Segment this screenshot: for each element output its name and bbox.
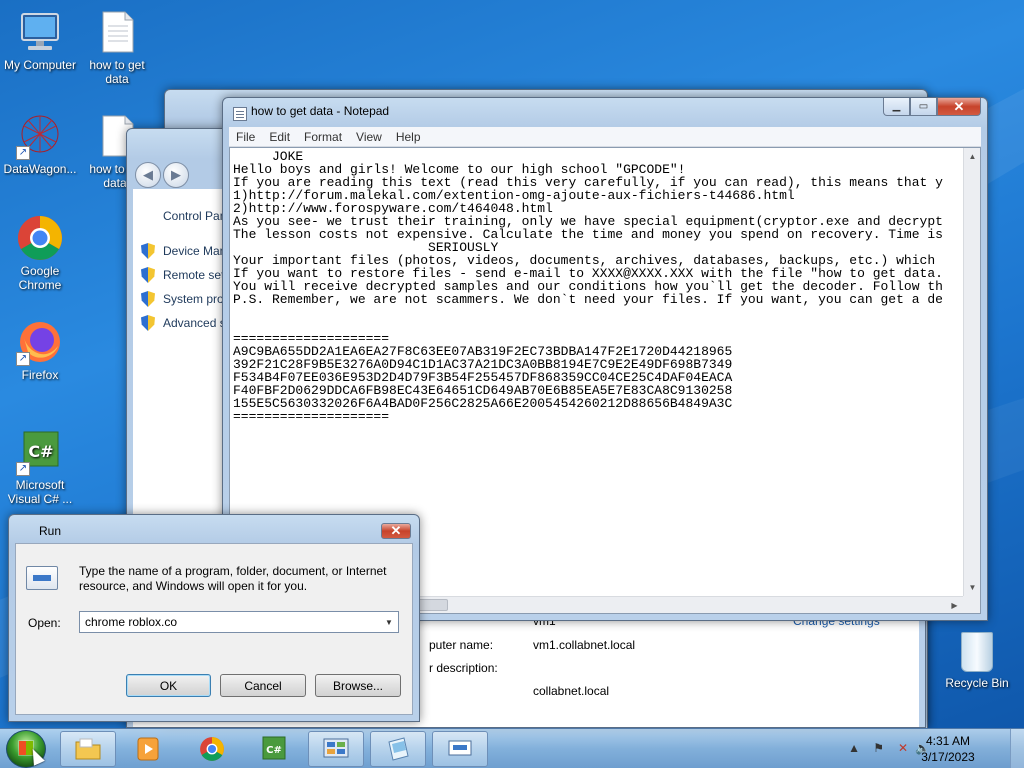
visual-csharp-icon: C# ↗ (16, 428, 64, 476)
computer-description-label: r description: (429, 661, 498, 675)
chevron-down-icon[interactable]: ▼ (380, 618, 398, 627)
firefox-icon: ↗ (16, 318, 64, 366)
desktop-icon-label: Google Chrome (18, 264, 62, 292)
shield-icon (141, 267, 155, 283)
desktop-icon-how-to-get-data[interactable]: how to get data (77, 8, 157, 86)
taskbar-control-panel-button[interactable] (308, 731, 364, 767)
menu-view[interactable]: View (349, 130, 389, 144)
menu-edit[interactable]: Edit (262, 130, 297, 144)
dialog-title: Run (39, 524, 62, 538)
taskbar-chrome-button[interactable] (184, 731, 240, 767)
shield-icon (141, 315, 155, 331)
desktop-icon-datawagon[interactable]: ↗ DataWagon... (0, 112, 80, 176)
open-input[interactable] (80, 613, 380, 631)
ok-button[interactable]: OK (126, 674, 211, 697)
computer-name-label: puter name: (429, 638, 494, 652)
scrollbar-thumb[interactable] (418, 599, 448, 611)
vertical-scrollbar[interactable]: ▲ ▼ (963, 148, 980, 596)
chrome-icon (200, 737, 224, 761)
show-hidden-icons-icon[interactable]: ▲ (848, 741, 860, 755)
desktop-icon-label: DataWagon... (3, 162, 77, 176)
maximize-button[interactable]: ▭ (910, 98, 937, 116)
browse-button[interactable]: Browse... (315, 674, 401, 697)
menu-help[interactable]: Help (389, 130, 428, 144)
taskbar-media-player-button[interactable] (120, 731, 176, 767)
open-combobox[interactable]: ▼ (79, 611, 399, 633)
text-file-icon (93, 8, 141, 56)
remote-settings-link[interactable]: Remote set (141, 267, 224, 283)
media-player-icon (137, 737, 159, 761)
cancel-button[interactable]: Cancel (220, 674, 306, 697)
back-button[interactable]: ◀ (135, 162, 161, 188)
taskbar-run-button[interactable] (432, 731, 488, 767)
svg-text:C#: C# (28, 442, 53, 461)
action-center-icon[interactable]: ⚑ (873, 741, 884, 755)
run-icon (26, 566, 58, 590)
taskbar-csharp-button[interactable]: C# (246, 731, 302, 767)
minimize-button[interactable]: ▁ (883, 98, 910, 116)
chrome-icon (16, 214, 64, 262)
svg-text:C#: C# (266, 745, 282, 756)
run-description: Type the name of a program, folder, docu… (79, 564, 387, 593)
caption-buttons: ▁ ▭ ✕ (883, 98, 981, 116)
menu-file[interactable]: File (229, 130, 262, 144)
desktop-icon-firefox[interactable]: ↗ Firefox (0, 318, 80, 382)
clock-date: 3/17/2023 (921, 750, 975, 764)
shield-icon (141, 291, 155, 307)
visual-csharp-icon: C# (262, 736, 286, 760)
desktop-icon-my-computer[interactable]: My Computer (0, 8, 80, 72)
domain-value: collabnet.local (533, 684, 610, 698)
scroll-up-arrow-icon[interactable]: ▲ (964, 148, 980, 165)
run-icon (448, 740, 472, 756)
window-title: how to get data - Notepad (251, 104, 390, 118)
notepad-icon (233, 107, 247, 121)
menu-bar: File Edit Format View Help (229, 127, 981, 147)
show-desktop-button[interactable] (1010, 729, 1024, 768)
taskbar-notepad-button[interactable] (370, 731, 426, 767)
desktop-icon-visual-csharp[interactable]: C# ↗ Microsoft Visual C# ... (0, 428, 80, 506)
control-panel-home-link[interactable]: Control Pan (163, 209, 226, 223)
taskbar: C# ▲ ⚑ ✕ 🔈 4:31 AM 3/17/2023 (0, 728, 1024, 768)
desktop-icon-google-chrome[interactable]: Google Chrome (0, 214, 80, 292)
network-icon[interactable]: ✕ (898, 741, 908, 755)
advanced-settings-link[interactable]: Advanced s (141, 315, 226, 331)
folder-icon (75, 738, 101, 760)
notepad-icon (388, 737, 409, 761)
desktop-icon-label: Recycle Bin (945, 676, 1009, 690)
shortcut-arrow-icon: ↗ (16, 352, 30, 366)
menu-format[interactable]: Format (297, 130, 349, 144)
desktop-icon-label: My Computer (3, 58, 77, 72)
scroll-down-arrow-icon[interactable]: ▼ (964, 579, 980, 596)
desktop-icon-recycle-bin[interactable]: Recycle Bin (944, 632, 1010, 690)
desktop-icon-label: Firefox (21, 368, 59, 382)
system-protection-link[interactable]: System pro (141, 291, 224, 307)
clock-time: 4:31 AM (925, 734, 971, 748)
system-clock[interactable]: 4:31 AM 3/17/2023 (918, 733, 978, 765)
network-graph-icon: ↗ (16, 112, 64, 160)
computer-icon (16, 8, 64, 56)
desktop-icon-label: how to get data (89, 58, 145, 86)
shortcut-arrow-icon: ↗ (16, 146, 30, 160)
forward-button[interactable]: ▶ (163, 162, 189, 188)
taskbar-explorer-button[interactable] (60, 731, 116, 767)
recycle-bin-icon (961, 632, 993, 672)
close-button[interactable]: ✕ (381, 523, 411, 539)
scroll-right-arrow-icon[interactable]: ▶ (946, 597, 963, 613)
shortcut-arrow-icon: ↗ (16, 462, 30, 476)
scrollbar-corner (963, 596, 980, 613)
close-button[interactable]: ✕ (937, 98, 981, 116)
open-label: Open: (28, 616, 61, 630)
caption-buttons: ✕ (381, 523, 411, 539)
computer-name-value: vm1.collabnet.local (533, 638, 636, 652)
shield-icon (141, 243, 155, 259)
control-panel-icon (323, 738, 349, 758)
device-manager-link[interactable]: Device Man (141, 243, 226, 259)
desktop-icon-label: Microsoft Visual C# ... (7, 478, 73, 506)
